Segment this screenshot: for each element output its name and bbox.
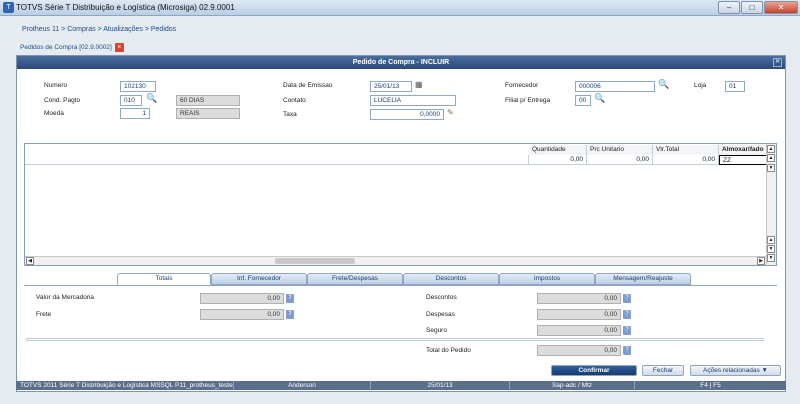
chevron-down-icon: ▼ — [761, 367, 768, 374]
frame-tab[interactable]: Pedidos de Compra [02.9.0002] × — [20, 43, 124, 54]
tab-impostos[interactable]: Impostos — [499, 273, 595, 285]
tab-mensagem-reajuste[interactable]: Mensagem/Reajuste — [595, 273, 691, 285]
grid-header-quantidade[interactable]: Quantidade — [529, 145, 587, 155]
loja-field[interactable]: 01 — [725, 81, 745, 92]
frete-field: 0,00 — [200, 309, 284, 320]
despesas-field: 0,00 — [537, 309, 621, 320]
fornecedor-label: Fornecedor — [505, 82, 539, 89]
calendar-icon[interactable]: ▦ — [415, 80, 423, 89]
grid-header-almoxarifado[interactable]: Almoxarifado — [719, 145, 767, 155]
scroll-thumb[interactable] — [275, 258, 355, 264]
taxa-field[interactable]: 0,0000 — [370, 109, 444, 120]
valor-mercadoria-field: 0,00 — [200, 293, 284, 304]
cond-pagto-label: Cond. Pagto — [44, 97, 81, 104]
descontos-label: Descontos — [426, 294, 457, 301]
maximize-button[interactable]: □ — [741, 1, 763, 14]
status-environment: Sap-adc / Mtz — [510, 381, 635, 390]
contato-label: Contato — [283, 97, 306, 104]
cond-pagto-field[interactable]: 010 — [120, 95, 142, 106]
moeda-field[interactable]: 1 — [120, 108, 150, 119]
tab-frete-despesas[interactable]: Frete/Despesas — [307, 273, 403, 285]
status-date: 25/01/13 — [371, 381, 510, 390]
app-titlebar: T TOTVS Série T Distribuição e Logística… — [0, 0, 800, 16]
scroll-down-icon[interactable]: ▼ — [767, 164, 775, 172]
horizontal-scrollbar[interactable]: ◀ ▶ — [25, 256, 766, 265]
close-button[interactable]: Fechar — [642, 365, 684, 376]
data-emissao-field[interactable]: 25/01/13 — [370, 81, 412, 92]
breadcrumb[interactable]: Protheus 11 > Compras > Atualizações > P… — [22, 26, 176, 33]
status-bar: TOTVS 2011 Série T Distribuição e Logíst… — [16, 381, 786, 390]
total-pedido-field: 0,00 — [537, 345, 621, 356]
filial-entrega-field[interactable]: 00 — [575, 95, 591, 106]
help-icon[interactable]: ? — [623, 346, 631, 355]
scroll-top-icon[interactable]: ▲ — [767, 145, 775, 153]
close-window-button[interactable]: ✕ — [764, 1, 798, 14]
help-icon[interactable]: ? — [286, 310, 294, 319]
scroll-right-icon[interactable]: ▶ — [757, 257, 765, 265]
help-icon[interactable]: ? — [623, 294, 631, 303]
grid-header-prc-unitario[interactable]: Prc Unitario — [587, 145, 653, 155]
cell-vlr-total[interactable]: 0,00 — [653, 155, 719, 165]
search-icon[interactable]: 🔍 — [146, 93, 157, 104]
filial-entrega-label: Filial p/ Entrega — [505, 97, 551, 104]
table-row[interactable] — [25, 155, 529, 165]
frete-label: Frete — [36, 311, 52, 318]
related-actions-button[interactable]: Ações relacionadas ▼ — [690, 365, 781, 376]
calculator-icon[interactable]: ✎ — [447, 108, 454, 117]
vertical-scrollbar[interactable]: ▲ ▲ ▼ ▲ ▼ ▼ — [766, 144, 776, 265]
cell-almoxarifado[interactable]: ZZ — [719, 155, 767, 165]
despesas-label: Despesas — [426, 311, 455, 318]
app-title: TOTVS Série T Distribuição e Logística (… — [16, 3, 235, 12]
purchase-order-dialog: Pedido de Compra - INCLUIR ✕ Numero 1021… — [16, 55, 786, 392]
status-keys: F4 | F5 — [700, 382, 721, 389]
divider — [26, 338, 764, 341]
numero-field[interactable]: 102130 — [120, 81, 156, 92]
moeda-label: Moeda — [44, 110, 64, 117]
descontos-field: 0,00 — [537, 293, 621, 304]
status-user: Anderson — [234, 381, 371, 390]
valor-mercadoria-label: Valor da Mercadoria — [36, 294, 95, 301]
scroll-up-icon[interactable]: ▲ — [767, 236, 775, 244]
scroll-up-icon[interactable]: ▲ — [767, 154, 775, 162]
taxa-label: Taxa — [283, 111, 297, 118]
close-dialog-icon[interactable]: ✕ — [773, 58, 782, 67]
tab-totais[interactable]: Totais — [117, 273, 211, 285]
scroll-down-icon[interactable]: ▼ — [767, 245, 775, 253]
tab-inf-fornecedor[interactable]: Inf. Fornecedor — [211, 273, 307, 285]
help-icon[interactable]: ? — [286, 294, 294, 303]
grid-header-vlr-total[interactable]: Vlr.Total — [653, 145, 719, 155]
moeda-desc: REAIS — [176, 108, 240, 119]
search-icon[interactable]: 🔍 — [658, 79, 669, 90]
tab-descontos[interactable]: Descontos — [403, 273, 499, 285]
search-icon[interactable]: 🔍 — [594, 93, 605, 104]
data-emissao-label: Data de Emissao — [283, 82, 333, 89]
scroll-left-icon[interactable]: ◀ — [26, 257, 34, 265]
minimize-button[interactable]: – — [718, 1, 740, 14]
items-grid[interactable]: Quantidade Prc Unitario Vlr.Total Almoxa… — [24, 143, 777, 266]
loja-label: Loja — [694, 82, 707, 89]
seguro-label: Seguro — [426, 327, 447, 334]
cell-quantidade[interactable]: 0,00 — [529, 155, 587, 165]
seguro-field: 0,00 — [537, 325, 621, 336]
numero-label: Numero — [44, 82, 68, 89]
frame-tab-label: Pedidos de Compra [02.9.0002] — [20, 44, 112, 52]
dialog-title: Pedido de Compra - INCLUIR — [17, 56, 785, 69]
related-actions-label: Ações relacionadas — [703, 367, 760, 374]
cell-prc-unitario[interactable]: 0,00 — [587, 155, 653, 165]
contato-field[interactable]: LUCELIA — [370, 95, 456, 106]
cond-pagto-desc: 60 DIAS — [176, 95, 240, 106]
close-frame-icon[interactable]: × — [114, 43, 124, 52]
totvs-logo-icon: T — [3, 2, 14, 13]
scroll-bottom-icon[interactable]: ▼ — [767, 254, 775, 262]
total-pedido-label: Total do Pedido — [426, 347, 471, 354]
help-icon[interactable]: ? — [623, 326, 631, 335]
confirm-button[interactable]: Confirmar — [551, 365, 637, 376]
help-icon[interactable]: ? — [623, 310, 631, 319]
status-system: TOTVS 2011 Série T Distribuição e Logíst… — [16, 381, 234, 390]
fornecedor-field[interactable]: 000006 — [575, 81, 655, 92]
totals-panel: Valor da Mercadoria 0,00 ? Frete 0,00 ? … — [24, 285, 777, 360]
